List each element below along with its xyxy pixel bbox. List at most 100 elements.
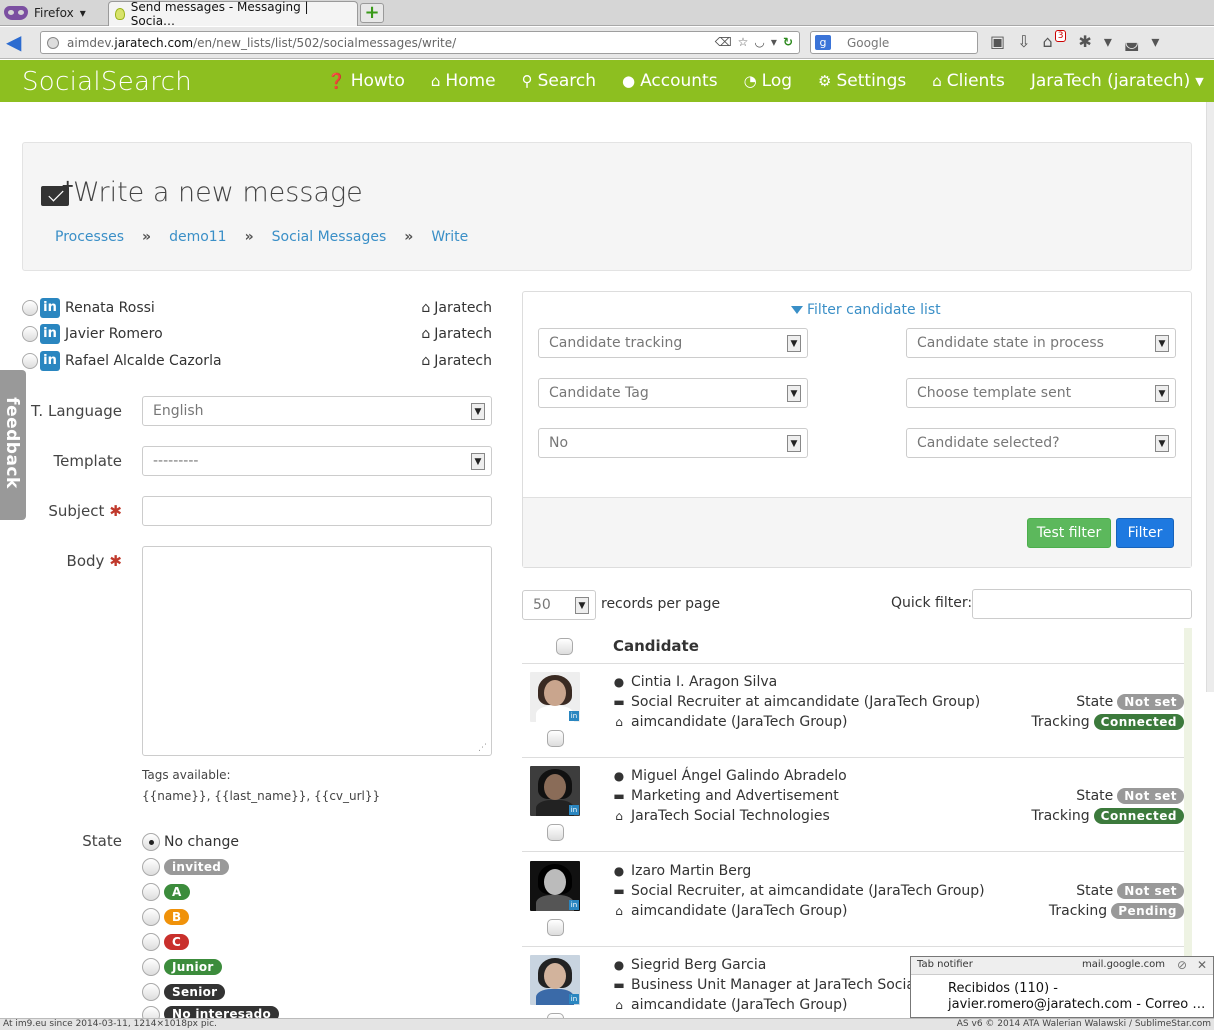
candidate-name[interactable]: ● Cintia I. Aragon Silva bbox=[613, 674, 777, 690]
quick-filter-input[interactable] bbox=[972, 589, 1192, 619]
resize-grip-icon[interactable]: ⋰ bbox=[478, 743, 487, 753]
breadcrumb-social-messages[interactable]: Social Messages bbox=[272, 229, 387, 245]
state-option-c[interactable]: C bbox=[142, 932, 190, 952]
app-navbar: SocialSearch ❓ Howto ⌂ Home ⚲ Search ● Accou… bbox=[0, 60, 1214, 102]
row-checkbox[interactable] bbox=[547, 824, 564, 841]
browser-search-input[interactable]: g Google bbox=[810, 31, 978, 54]
menu-item-home[interactable]: ⌂ Home bbox=[418, 71, 509, 91]
candidate-selected-select[interactable]: Candidate selected? ▼ bbox=[906, 428, 1176, 458]
menu-item-settings[interactable]: ⚙ Settings bbox=[805, 71, 919, 91]
linkedin-icon: in bbox=[569, 994, 579, 1004]
state-option-a[interactable]: A bbox=[142, 882, 190, 902]
menu-item-clients[interactable]: ⌂ Clients bbox=[919, 71, 1018, 91]
institution-icon: ⌂ bbox=[615, 998, 623, 1012]
column-header-candidate[interactable]: Candidate bbox=[613, 637, 699, 655]
status-badge: Connected bbox=[1093, 808, 1184, 824]
state-option-no-interesado[interactable]: No interesado bbox=[142, 1006, 280, 1018]
menu-item-howto[interactable]: ❓ Howto bbox=[314, 71, 418, 91]
star-icon[interactable]: ☆ bbox=[738, 35, 749, 49]
breadcrumb-demo11[interactable]: demo11 bbox=[169, 229, 227, 245]
menu-label: Accounts bbox=[640, 71, 718, 91]
chevron-down-icon[interactable]: ▾ bbox=[1104, 32, 1112, 51]
recipient-checkbox[interactable] bbox=[22, 326, 38, 342]
state-badge: No interesado bbox=[164, 1006, 280, 1018]
recipient-row: in Javier Romero ⌂ Jaratech bbox=[22, 323, 492, 345]
yes-no-select[interactable]: No ▼ bbox=[538, 428, 808, 458]
menu-item-log[interactable]: ◔ Log bbox=[731, 71, 805, 91]
row-checkbox[interactable] bbox=[547, 730, 564, 747]
user-icon: ● bbox=[613, 675, 625, 689]
filter-title[interactable]: Filter candidate list bbox=[791, 302, 941, 318]
close-icon[interactable]: ✕ bbox=[1197, 958, 1207, 972]
back-arrow-icon[interactable]: ◀ bbox=[6, 32, 28, 53]
state-option-label: No change bbox=[164, 834, 240, 850]
records-per-page-select[interactable]: 50 ▼ bbox=[522, 590, 596, 620]
radio-button[interactable] bbox=[142, 933, 160, 951]
template-sent-select[interactable]: Choose template sent ▼ bbox=[906, 378, 1176, 408]
brand-logo[interactable]: SocialSearch bbox=[22, 67, 192, 97]
candidate-state-select[interactable]: Candidate state in process ▼ bbox=[906, 328, 1176, 358]
home-icon[interactable]: ⌂ bbox=[1043, 32, 1053, 51]
block-icon[interactable]: ⊘ bbox=[1177, 958, 1187, 972]
template-select[interactable]: --------- ▼ bbox=[142, 446, 492, 476]
pocket-icon[interactable]: ◛ bbox=[1124, 32, 1140, 51]
table-row: in ● Miguel Ángel Galindo Abradelo ▬ Marke… bbox=[522, 758, 1184, 852]
candidate-name[interactable]: ● Siegrid Berg Garcia bbox=[613, 957, 767, 973]
state-option-senior[interactable]: Senior bbox=[142, 982, 226, 1002]
body-textarea[interactable]: ⋰ bbox=[142, 546, 492, 756]
candidate-company: ⌂ aimcandidate (JaraTech Group) bbox=[613, 903, 847, 919]
breadcrumb-processes[interactable]: Processes bbox=[55, 229, 124, 245]
state-option-invited[interactable]: invited bbox=[142, 857, 230, 877]
bookmark-star-icon[interactable]: ▣ bbox=[990, 32, 1005, 51]
candidate-avatar: in bbox=[530, 766, 580, 816]
recipient-checkbox[interactable] bbox=[22, 353, 38, 369]
radio-button[interactable] bbox=[142, 958, 160, 976]
candidate-tracking-select[interactable]: Candidate tracking ▼ bbox=[538, 328, 808, 358]
breadcrumb-write[interactable]: Write bbox=[431, 229, 468, 245]
firefox-menu-button[interactable]: Firefox ▾ bbox=[4, 3, 86, 23]
candidate-tag-select[interactable]: Candidate Tag ▼ bbox=[538, 378, 808, 408]
candidate-name[interactable]: ● Miguel Ángel Galindo Abradelo bbox=[613, 768, 847, 784]
candidate-name[interactable]: ● Izaro Martin Berg bbox=[613, 863, 752, 879]
row-checkbox[interactable] bbox=[547, 919, 564, 936]
select-all-checkbox[interactable] bbox=[556, 638, 573, 655]
radio-button[interactable] bbox=[142, 908, 160, 926]
page-scrollbar[interactable] bbox=[1206, 102, 1214, 692]
radio-button[interactable] bbox=[142, 983, 160, 1001]
test-filter-button[interactable]: Test filter bbox=[1027, 518, 1111, 548]
state-option-no-change[interactable]: No change bbox=[142, 832, 239, 852]
new-tab-button[interactable]: + bbox=[360, 3, 384, 23]
chevron-down-icon: ▾ bbox=[79, 6, 86, 20]
menu-item-accounts[interactable]: ● Accounts bbox=[609, 71, 731, 91]
state-option-junior[interactable]: Junior bbox=[142, 957, 222, 977]
recipient-org-label: Jaratech bbox=[434, 353, 492, 369]
candidate-title: ▬ Marketing and Advertisement bbox=[613, 788, 839, 804]
clear-url-icon[interactable]: ⌫ bbox=[715, 35, 732, 49]
state-option-b[interactable]: B bbox=[142, 907, 190, 927]
download-arrow-icon[interactable]: ⇩ bbox=[1017, 32, 1030, 51]
language-select[interactable]: English ▼ bbox=[142, 396, 492, 426]
candidate-tracking: Tracking Connected bbox=[1031, 808, 1184, 824]
extension-icon[interactable]: ✱ bbox=[1078, 32, 1091, 51]
table-scrollbar[interactable] bbox=[1184, 628, 1192, 958]
notifier-header: Tab notifier mail.google.com ⊘ ✕ bbox=[911, 957, 1213, 975]
chevron-down-icon[interactable]: ▾ bbox=[771, 35, 777, 49]
radio-button[interactable] bbox=[142, 833, 160, 851]
menu-item-search[interactable]: ⚲ Search bbox=[509, 71, 609, 91]
recipient-checkbox[interactable] bbox=[22, 300, 38, 316]
candidate-title: ▬ Social Recruiter at aimcandidate (JaraT… bbox=[613, 694, 981, 710]
feedback-tab[interactable]: feedback bbox=[0, 370, 26, 520]
browser-tab[interactable]: Send messages - Messaging | Socia… bbox=[108, 0, 358, 28]
user-dropdown[interactable]: JaraTech (jaratech) ▼ bbox=[1018, 71, 1214, 91]
chevron-down-icon[interactable]: ▾ bbox=[1151, 32, 1159, 51]
filter-button[interactable]: Filter bbox=[1116, 518, 1174, 548]
radio-button[interactable] bbox=[142, 883, 160, 901]
tab-notifier-popup[interactable]: Tab notifier mail.google.com ⊘ ✕ Recibid… bbox=[910, 956, 1214, 1018]
url-bar[interactable]: aimdev.jaratech.com/en/new_lists/list/50… bbox=[40, 31, 800, 54]
radio-button[interactable] bbox=[142, 1006, 160, 1018]
radio-button[interactable] bbox=[142, 858, 160, 876]
pocket-icon[interactable]: ◡ bbox=[754, 35, 764, 49]
reload-icon[interactable]: ↻ bbox=[783, 35, 793, 49]
subject-input[interactable] bbox=[142, 496, 492, 526]
status-badge: Not set bbox=[1117, 883, 1184, 899]
